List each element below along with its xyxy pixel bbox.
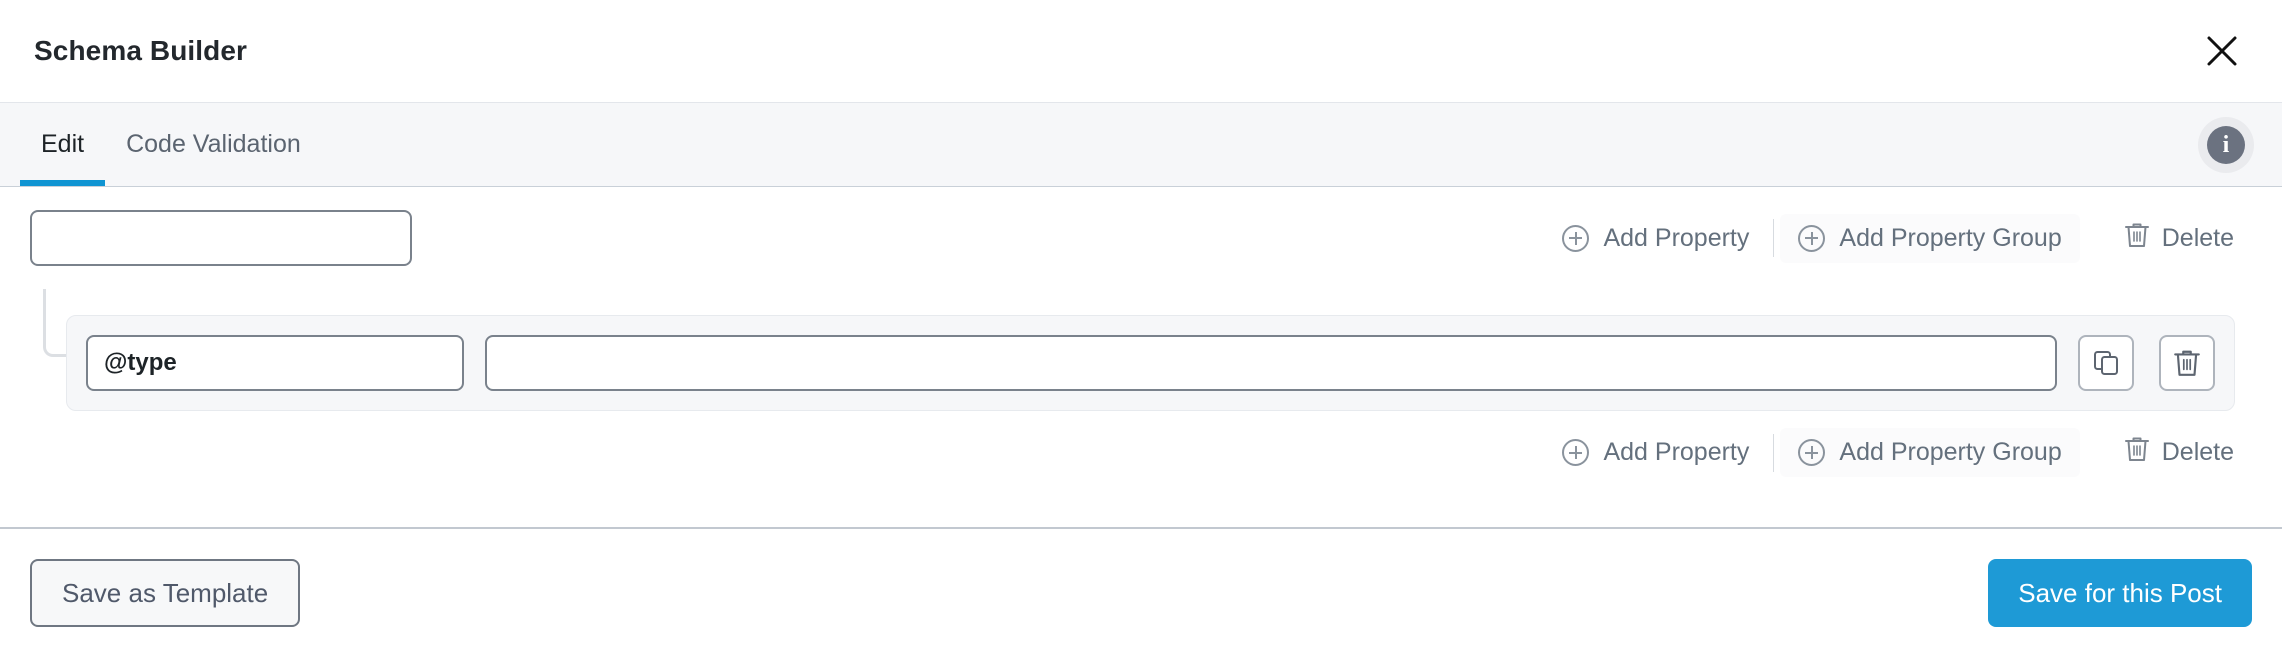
duplicate-property-button[interactable] bbox=[2078, 335, 2134, 391]
plus-circle-icon bbox=[1798, 439, 1826, 466]
schema-builder-body: Add Property Add Property Group Delete @… bbox=[0, 187, 2282, 670]
save-for-this-post-button[interactable]: Save for this Post bbox=[1988, 559, 2252, 627]
page-title: Schema Builder bbox=[34, 35, 248, 66]
root-actions: Add Property Add Property Group Delete bbox=[1544, 211, 2252, 266]
info-icon: i bbox=[2207, 125, 2245, 164]
modal-header: Schema Builder bbox=[0, 0, 2282, 103]
tab-code-validation-label: Code Validation bbox=[126, 130, 301, 158]
property-group-panel bbox=[66, 315, 2235, 411]
close-icon bbox=[2205, 34, 2239, 68]
property-key-input[interactable] bbox=[86, 335, 464, 391]
plus-circle-icon bbox=[1562, 224, 1590, 252]
add-property-group-button-bottom[interactable]: Add Property Group bbox=[1780, 428, 2080, 477]
tab-code-validation[interactable]: Code Validation bbox=[105, 103, 322, 186]
add-property-button-top[interactable]: Add Property bbox=[1544, 214, 1767, 263]
actions-separator-top bbox=[1773, 219, 1775, 257]
save-as-template-button[interactable]: Save as Template bbox=[30, 559, 301, 627]
delete-label-top: Delete bbox=[2161, 223, 2234, 252]
add-property-group-button-top[interactable]: Add Property Group bbox=[1780, 213, 2080, 263]
root-node-row: Add Property Add Property Group Delete bbox=[0, 187, 2282, 267]
schema-builder-modal: Schema Builder Edit Code Validation i Ad… bbox=[0, 0, 2282, 670]
plus-circle-icon bbox=[1798, 224, 1826, 252]
tab-edit-label: Edit bbox=[41, 130, 85, 158]
copy-icon bbox=[2092, 349, 2120, 377]
trash-icon bbox=[2124, 221, 2150, 256]
trash-icon bbox=[2173, 348, 2201, 378]
root-type-input[interactable] bbox=[30, 210, 412, 266]
add-property-label-bottom: Add Property bbox=[1603, 438, 1750, 466]
plus-circle-icon bbox=[1562, 439, 1590, 466]
delete-node-button-top[interactable]: Delete bbox=[2106, 211, 2252, 266]
property-value-input[interactable] bbox=[485, 335, 2057, 391]
add-property-group-label-bottom: Add Property Group bbox=[1839, 438, 2062, 466]
remove-property-button[interactable] bbox=[2159, 335, 2215, 391]
tab-bar: Edit Code Validation i bbox=[0, 103, 2282, 187]
tab-edit[interactable]: Edit bbox=[20, 103, 106, 186]
delete-node-button-bottom[interactable]: Delete bbox=[2106, 425, 2252, 480]
add-property-group-label-top: Add Property Group bbox=[1839, 223, 2062, 252]
actions-separator-bottom bbox=[1773, 433, 1775, 472]
modal-footer: Save as Template Save for this Post bbox=[0, 529, 2282, 657]
group-actions: Add Property Add Property Group Delete bbox=[1544, 425, 2252, 480]
trash-icon bbox=[2124, 435, 2150, 470]
info-button[interactable]: i bbox=[2198, 116, 2254, 173]
add-property-label-top: Add Property bbox=[1603, 223, 1750, 252]
close-button[interactable] bbox=[2194, 23, 2250, 79]
delete-label-bottom: Delete bbox=[2161, 438, 2234, 466]
add-property-button-bottom[interactable]: Add Property bbox=[1544, 428, 1767, 477]
